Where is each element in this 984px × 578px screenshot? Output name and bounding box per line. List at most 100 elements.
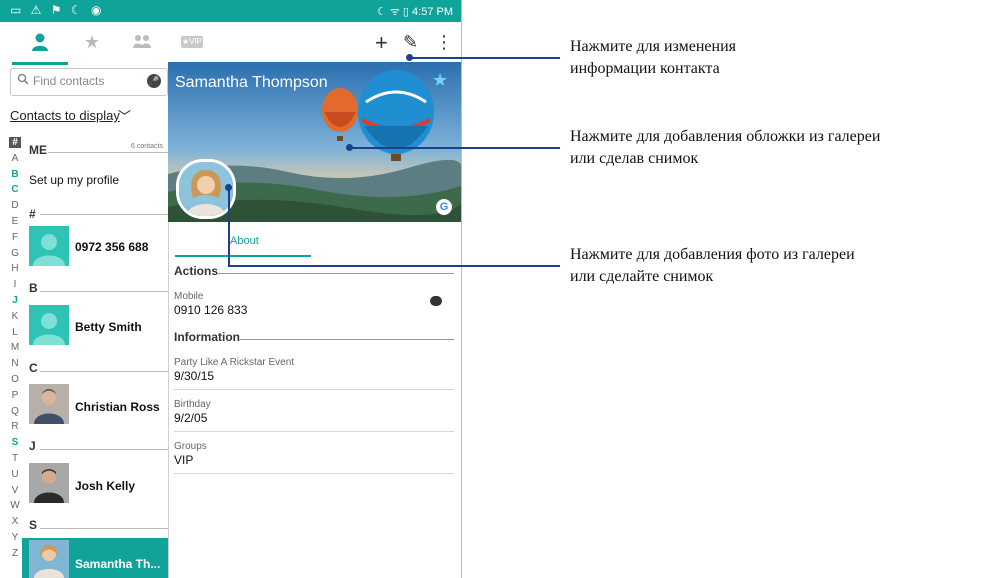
groups-value: VIP [174,453,194,467]
callout-cover-text: Нажмите для добавления обложки из галере… [570,126,980,170]
status-notification-icons: ▭ ⚠ ⚑ ☾ ◉ [10,3,105,17]
birthday-label: Birthday [174,399,211,410]
row-divider [174,473,454,474]
callout-cover-line [350,147,560,149]
chevron-down-icon[interactable]: ﹀ [118,106,131,125]
alphabet-letter[interactable]: V [9,485,21,496]
search-placeholder: Find contacts [33,74,105,88]
event-value: 9/30/15 [174,369,215,383]
birthday-value: 9/2/05 [174,411,208,425]
edit-contact-button[interactable]: ✎ [403,32,418,53]
tab-favorites-icon[interactable]: ★ [80,32,104,56]
contact-name-title: Samantha Thompson [175,74,328,91]
avatar [29,384,69,424]
alphabet-letter[interactable]: A [9,153,21,164]
alphabet-letter[interactable]: Z [9,548,21,559]
tab-contacts-icon[interactable] [28,32,52,56]
alphabet-letter[interactable]: B [9,169,21,180]
groups-label: Groups [174,441,207,452]
actions-divider [218,273,454,274]
mobile-value[interactable]: 0910 126 833 [174,303,247,317]
row-divider [174,431,454,432]
status-bar: ▭ ⚠ ⚑ ☾ ◉ ☾ ᯤ ▯ 4:57 PM [0,0,461,22]
information-divider [240,339,454,340]
more-options-button[interactable]: ⋮ [435,32,453,53]
google-account-icon: G [436,199,452,215]
alphabet-letter[interactable]: T [9,453,21,464]
section-line [40,371,168,372]
favorite-star-icon[interactable]: ★ [432,70,448,91]
status-time: ☾ ᯤ ▯ 4:57 PM [376,6,453,18]
avatar [29,463,69,503]
alphabet-letter[interactable]: U [9,469,21,480]
section-line [40,291,168,292]
event-label: Party Like A Rickstar Event [174,357,295,368]
contact-count: 6 contacts [131,143,163,150]
list-item[interactable]: 0972 356 688 [75,240,148,254]
actions-title: Actions [174,264,219,278]
alphabet-letter[interactable]: G [9,248,21,259]
alphabet-letter[interactable]: Y [9,532,21,543]
section-c: C [29,361,38,375]
alphabet-letter[interactable]: D [9,200,21,211]
alphabet-letter[interactable]: P [9,390,21,401]
microphone-icon[interactable]: 🎤 [147,74,161,88]
row-divider [174,389,454,390]
alphabet-letter[interactable]: O [9,374,21,385]
alphabet-letter[interactable]: E [9,216,21,227]
alphabet-letter[interactable]: R [9,421,21,432]
list-item[interactable]: Samantha Th... [75,557,160,571]
tab-groups-icon[interactable] [130,32,154,56]
callout-edit-line2: информации контакта [570,60,720,77]
callout-edit-text: Нажмите для изменения информации контакт… [570,36,980,80]
callout-cover-line2: или сделав снимок [570,150,699,167]
alphabet-letter[interactable]: J [9,295,21,306]
callout-edit-line [410,57,560,59]
contacts-to-display-dropdown[interactable]: Contacts to display [10,108,120,123]
about-tab-indicator [175,255,311,257]
message-icon[interactable] [430,296,442,306]
alphabet-letter[interactable]: W [9,500,21,511]
avatar [29,540,69,578]
phone-screen: ▭ ⚠ ⚑ ☾ ◉ ☾ ᯤ ▯ 4:57 PM ★ ★VIP + ✎ ⋮ Fin… [0,0,462,578]
search-input[interactable]: Find contacts 🎤 [10,68,168,96]
alphabet-letter[interactable]: # [9,137,21,148]
me-section-line [48,152,168,153]
information-title: Information [174,330,240,344]
list-item[interactable]: Josh Kelly [75,479,135,493]
alphabet-letter[interactable]: I [9,279,21,290]
add-contact-button[interactable]: + [375,30,388,56]
alphabet-letter[interactable]: F [9,232,21,243]
alphabet-letter[interactable]: S [9,437,21,448]
callout-photo-line-vertical [228,188,230,266]
callout-photo-line [228,265,560,267]
tab-about[interactable]: About [230,235,259,247]
alphabet-letter[interactable]: H [9,263,21,274]
section-s: S [29,518,38,532]
tab-vip[interactable]: ★VIP [181,36,203,48]
alphabet-letter[interactable]: N [9,358,21,369]
section-line [40,528,168,529]
alphabet-letter[interactable]: K [9,311,21,322]
callout-cover-line1: Нажмите для добавления обложки из галере… [570,128,881,145]
alphabet-letter[interactable]: M [9,342,21,353]
avatar [29,305,69,345]
section-hash: # [29,207,36,221]
me-section-header: ME [29,143,47,157]
callout-edit-line1: Нажмите для изменения [570,38,737,55]
contacts-tab-bar: ★ ★VIP + ✎ ⋮ [0,22,461,66]
callout-photo-text: Нажмите для добавления фото из галереи и… [570,244,980,288]
section-line [40,449,168,450]
list-item[interactable]: Christian Ross [75,400,160,414]
alphabet-letter[interactable]: Q [9,406,21,417]
callout-photo-line2: или сделайте снимок [570,268,714,285]
alphabet-letter[interactable]: L [9,327,21,338]
section-line [40,214,168,215]
section-j: J [29,439,36,453]
section-b: B [29,281,38,295]
list-item[interactable]: Betty Smith [75,320,142,334]
search-icon [17,73,29,88]
setup-profile-item[interactable]: Set up my profile [29,173,119,187]
alphabet-letter[interactable]: X [9,516,21,527]
alphabet-letter[interactable]: C [9,184,21,195]
